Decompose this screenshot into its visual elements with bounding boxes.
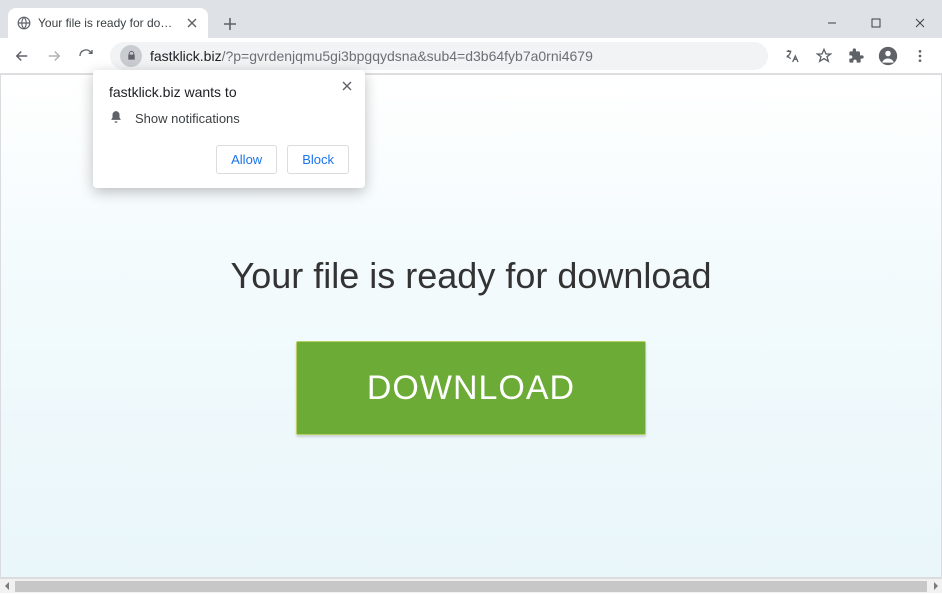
allow-button[interactable]: Allow [216, 145, 277, 174]
url-path: /?p=gvrdenjqmu5gi3bpgqydsna&sub4=d3b64fy… [222, 48, 593, 64]
tab-strip: Your file is ready for download [0, 8, 942, 38]
back-button[interactable] [8, 42, 36, 70]
globe-icon [16, 15, 32, 31]
bookmark-star-icon[interactable] [810, 42, 838, 70]
kebab-menu-icon[interactable] [906, 42, 934, 70]
url-text: fastklick.biz/?p=gvrdenjqmu5gi3bpgqydsna… [150, 48, 758, 64]
window-controls [810, 8, 942, 38]
url-domain: fastklick.biz [150, 48, 222, 64]
prompt-title: fastklick.biz wants to [109, 84, 349, 100]
window-titlebar [0, 0, 942, 8]
prompt-permission-label: Show notifications [135, 111, 240, 126]
window-maximize-button[interactable] [854, 8, 898, 38]
scroll-left-arrow-icon[interactable] [0, 579, 15, 594]
block-button[interactable]: Block [287, 145, 349, 174]
prompt-permission-row: Show notifications [109, 110, 349, 127]
notification-permission-prompt: fastklick.biz wants to Show notification… [93, 70, 365, 188]
lock-icon [120, 45, 142, 67]
profile-avatar-icon[interactable] [874, 42, 902, 70]
translate-icon[interactable] [778, 42, 806, 70]
tab-title: Your file is ready for download [38, 16, 178, 30]
reload-button[interactable] [72, 42, 100, 70]
address-bar[interactable]: fastklick.biz/?p=gvrdenjqmu5gi3bpgqydsna… [110, 42, 768, 70]
browser-tab[interactable]: Your file is ready for download [8, 8, 208, 38]
browser-toolbar: fastklick.biz/?p=gvrdenjqmu5gi3bpgqydsna… [0, 38, 942, 74]
extensions-icon[interactable] [842, 42, 870, 70]
scroll-right-arrow-icon[interactable] [927, 579, 942, 594]
horizontal-scrollbar[interactable] [0, 578, 942, 593]
new-tab-button[interactable] [216, 10, 244, 38]
forward-button[interactable] [40, 42, 68, 70]
bell-icon [109, 110, 123, 127]
prompt-close-icon[interactable] [337, 76, 357, 96]
download-button[interactable]: DOWNLOAD [296, 341, 646, 435]
tab-close-icon[interactable] [184, 15, 200, 31]
window-minimize-button[interactable] [810, 8, 854, 38]
page-headline: Your file is ready for download [231, 255, 712, 297]
scrollbar-track[interactable] [15, 579, 927, 594]
window-close-button[interactable] [898, 8, 942, 38]
scrollbar-thumb[interactable] [15, 581, 927, 592]
